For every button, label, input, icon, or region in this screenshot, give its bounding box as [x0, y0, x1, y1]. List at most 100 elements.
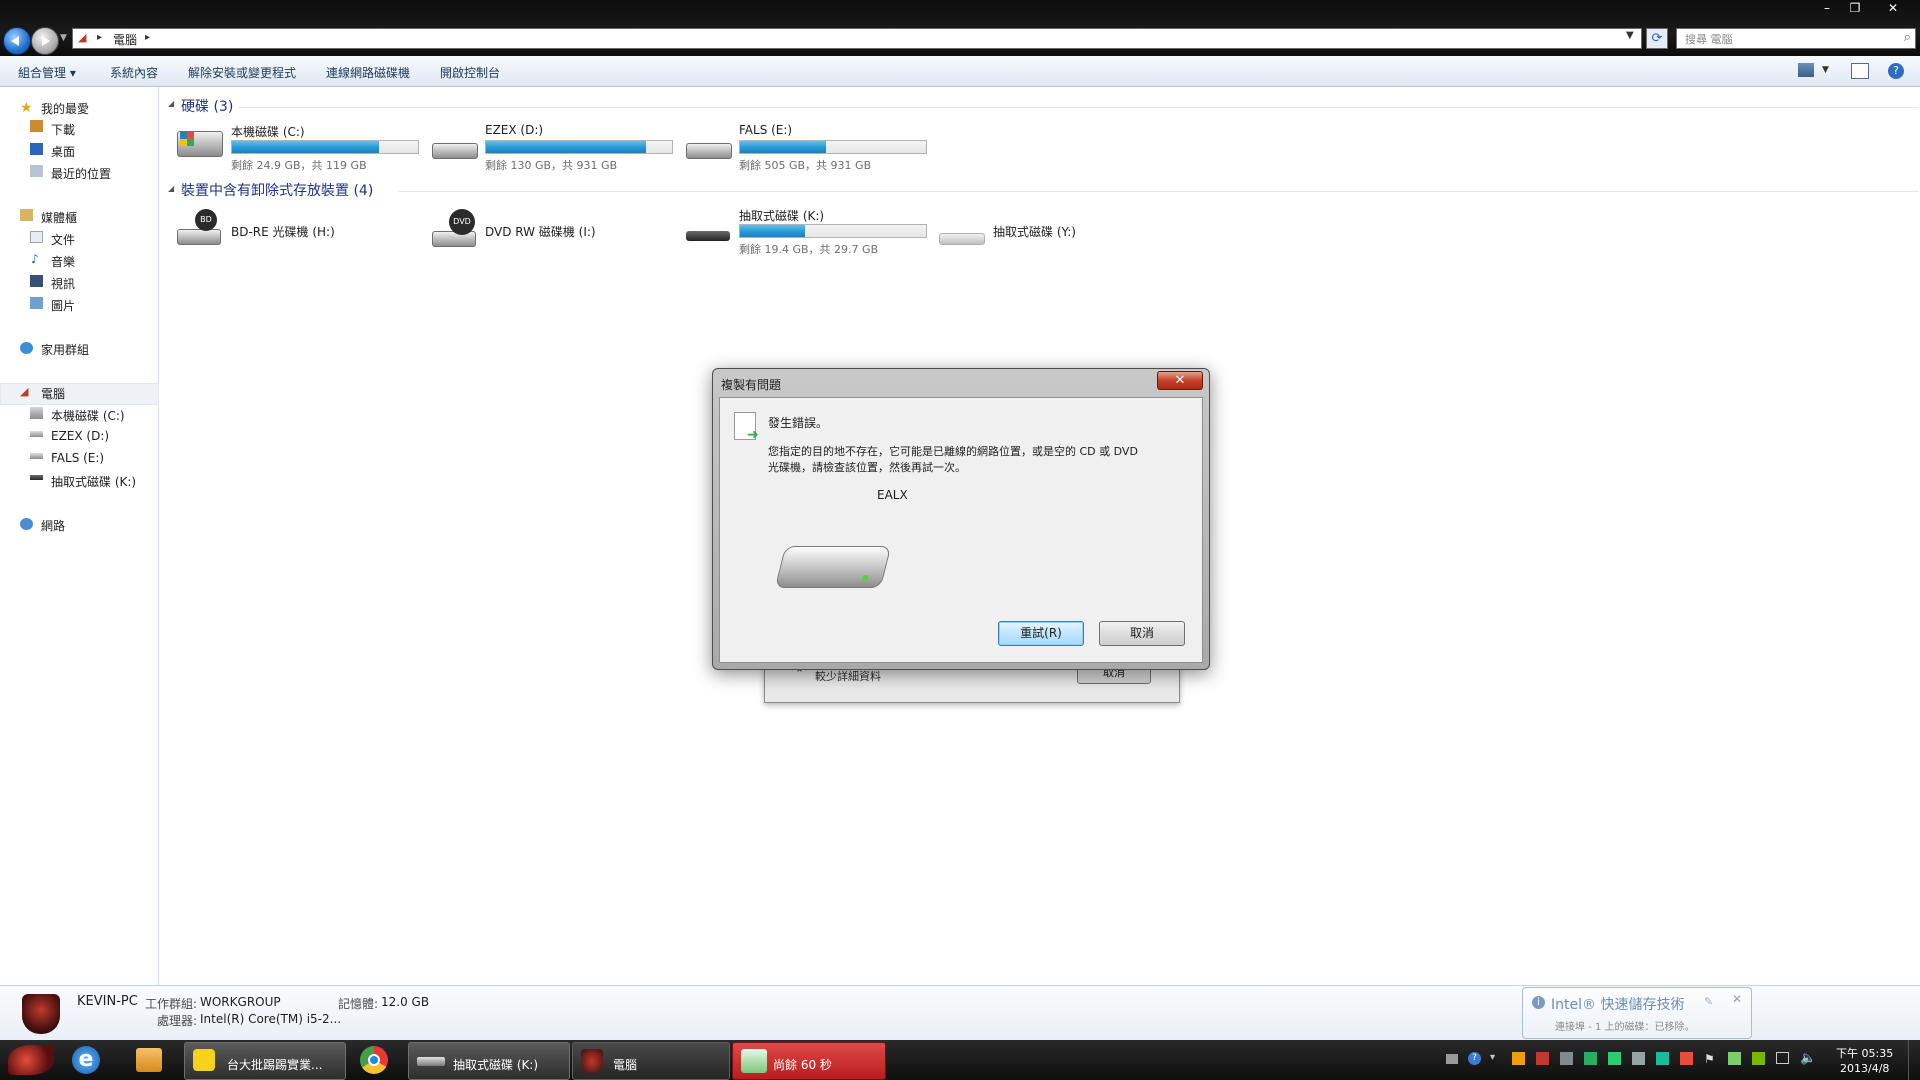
drive-c-free-space: 剩餘 24.9 GB，共 119 GB [231, 159, 367, 172]
clock-date[interactable]: 2013/4/8 [1840, 1062, 1889, 1075]
nav-drive-k[interactable]: 抽取式磁碟 (K:) [51, 473, 136, 490]
group-header-hard-disks[interactable]: 硬碟 (3) [181, 96, 233, 116]
nav-drive-e[interactable]: FALS (E:) [51, 451, 104, 465]
taskbar-item-ptt[interactable]: 台大批踢踢實業... [184, 1042, 346, 1080]
dialog-close-button[interactable]: ✕ [1157, 371, 1203, 390]
volume-icon[interactable]: 🔈 [1800, 1051, 1816, 1066]
view-dropdown-icon[interactable]: ▼ [1822, 65, 1829, 75]
tray-app-icon[interactable] [1608, 1052, 1621, 1065]
tray-help-icon[interactable]: ? [1468, 1052, 1481, 1065]
drive-e-icon[interactable] [686, 143, 732, 159]
drive-y-name[interactable]: 抽取式磁碟 (Y:) [993, 223, 1076, 240]
network-tray-icon[interactable] [1776, 1052, 1789, 1064]
taskbar-item-copy-progress[interactable]: 尚餘 60 秒 [732, 1042, 886, 1080]
breadcrumb-separator-icon[interactable]: ▸ [97, 32, 102, 43]
drive-d-icon[interactable] [432, 143, 478, 159]
organize-button[interactable]: 組合管理 ▾ [18, 64, 76, 81]
address-bar[interactable]: ◢ ▸ 電腦 ▸ [72, 28, 1642, 49]
drive-icon [774, 546, 892, 588]
history-dropdown-icon[interactable]: ▼ [60, 33, 67, 43]
pc-name: KEVIN-PC [77, 994, 138, 1009]
drive-k-name[interactable]: 抽取式磁碟 (K:) [739, 207, 824, 224]
breadcrumb-computer[interactable]: 電腦 [113, 31, 137, 48]
pin-icon[interactable]: ✎ [1704, 995, 1713, 1008]
tray-app-icon[interactable] [1680, 1052, 1693, 1065]
drive-e-name[interactable]: FALS (E:) [739, 123, 792, 137]
tray-app-icon[interactable] [1560, 1052, 1573, 1065]
nav-homegroup[interactable]: 家用群組 [41, 341, 89, 358]
chrome-icon[interactable] [360, 1046, 388, 1074]
uninstall-button[interactable]: 解除安裝或變更程式 [188, 64, 296, 81]
close-window-button[interactable]: ✕ [1880, 0, 1906, 16]
view-options-icon[interactable] [1798, 63, 1814, 77]
group-header-removable[interactable]: 裝置中含有卸除式存放裝置 (4) [181, 180, 373, 200]
nav-favorites[interactable]: 我的最愛 [41, 100, 89, 117]
system-properties-button[interactable]: 系統內容 [110, 64, 158, 81]
breadcrumb-separator-icon[interactable]: ▸ [145, 32, 150, 43]
drive-c-icon[interactable] [177, 131, 223, 157]
notification-close-icon[interactable]: ✕ [1732, 992, 1742, 1006]
nav-libraries[interactable]: 媒體櫃 [41, 209, 77, 226]
tray-keyboard-icon[interactable] [1446, 1054, 1458, 1064]
safely-remove-hardware-icon[interactable] [1728, 1052, 1741, 1065]
nav-downloads[interactable]: 下載 [51, 121, 75, 138]
minimize-button[interactable]: – [1814, 0, 1840, 16]
tray-expand-icon[interactable]: ▾ [1490, 1052, 1495, 1063]
less-details-toggle[interactable]: 較少詳細資料 [815, 668, 881, 684]
removable-drive-icon[interactable] [939, 233, 985, 245]
show-desktop-button[interactable] [1908, 1040, 1920, 1080]
help-icon[interactable]: ? [1888, 63, 1904, 79]
start-button[interactable] [8, 1045, 54, 1075]
nav-drive-c[interactable]: 本機磁碟 (C:) [51, 407, 125, 424]
nav-desktop[interactable]: 桌面 [51, 143, 75, 160]
action-center-flag-icon[interactable]: ⚑ [1704, 1052, 1715, 1066]
ie-icon[interactable]: e [72, 1046, 100, 1074]
taskbar-item-removable-k[interactable]: 抽取式磁碟 (K:) [408, 1042, 570, 1080]
map-drive-button[interactable]: 連線網路磁碟機 [326, 64, 410, 81]
refresh-button[interactable]: ⟳ [1646, 28, 1668, 49]
drive-d-name[interactable]: EZEX (D:) [485, 123, 543, 137]
tray-app-icon[interactable] [1632, 1052, 1645, 1065]
documents-icon [30, 231, 43, 243]
nvidia-icon[interactable] [1752, 1052, 1765, 1065]
media-player-icon[interactable] [136, 1048, 162, 1072]
drive-c-usage-fill [232, 141, 379, 153]
nav-computer[interactable]: 電腦 [41, 385, 65, 402]
search-input[interactable]: 搜尋 電腦 ⌕ [1676, 28, 1916, 49]
nav-videos[interactable]: 視訊 [51, 275, 75, 292]
drive-i-name[interactable]: DVD RW 磁碟機 (I:) [485, 223, 596, 240]
intel-rst-notification[interactable]: i Intel® 快速儲存技術 ✎ ✕ 連接埠 - 1 上的磁碟：已移除。 [1522, 987, 1752, 1039]
drive-h-name[interactable]: BD-RE 光碟機 (H:) [231, 223, 335, 240]
network-icon [20, 518, 33, 530]
collapse-group-icon[interactable]: ◢ [168, 99, 174, 108]
dvd-drive-icon[interactable]: DVD [432, 209, 478, 249]
cancel-button[interactable]: 取消 [1099, 621, 1185, 646]
tray-app-icon[interactable] [1512, 1052, 1525, 1065]
drive-c-name[interactable]: 本機磁碟 (C:) [231, 123, 305, 140]
nav-documents[interactable]: 文件 [51, 231, 75, 248]
taskbar-item-removable-k-label: 抽取式磁碟 (K:) [453, 1058, 539, 1072]
nav-drive-d[interactable]: EZEX (D:) [51, 429, 109, 443]
control-panel-button[interactable]: 開啟控制台 [440, 64, 500, 81]
address-dropdown-icon[interactable]: ▼ [1626, 30, 1634, 41]
clock-time[interactable]: 下午 05:35 [1836, 1045, 1893, 1061]
tray-app-icon[interactable] [1656, 1052, 1669, 1065]
memory-label: 記憶體: [338, 997, 379, 1011]
collapse-group-icon[interactable]: ◢ [168, 184, 174, 193]
nav-pictures[interactable]: 圖片 [51, 297, 75, 314]
tray-app-icon[interactable] [1536, 1052, 1549, 1065]
nav-music[interactable]: 音樂 [51, 253, 75, 270]
restore-button[interactable]: ❐ [1842, 0, 1868, 16]
bd-drive-icon[interactable]: BD [177, 209, 221, 247]
tray-app-icon[interactable] [1584, 1052, 1597, 1065]
removable-drive-icon[interactable] [686, 231, 730, 241]
taskbar-item-computer[interactable]: 電腦 [572, 1042, 730, 1080]
search-icon[interactable]: ⌕ [1904, 30, 1911, 45]
computer-icon: ◢ [20, 385, 29, 398]
retry-button[interactable]: 重試(R) [998, 621, 1084, 646]
nav-recent[interactable]: 最近的位置 [51, 165, 111, 182]
forward-button[interactable] [31, 27, 59, 55]
preview-pane-icon[interactable] [1851, 63, 1869, 79]
back-button[interactable] [3, 27, 31, 55]
nav-network[interactable]: 網路 [41, 517, 65, 534]
